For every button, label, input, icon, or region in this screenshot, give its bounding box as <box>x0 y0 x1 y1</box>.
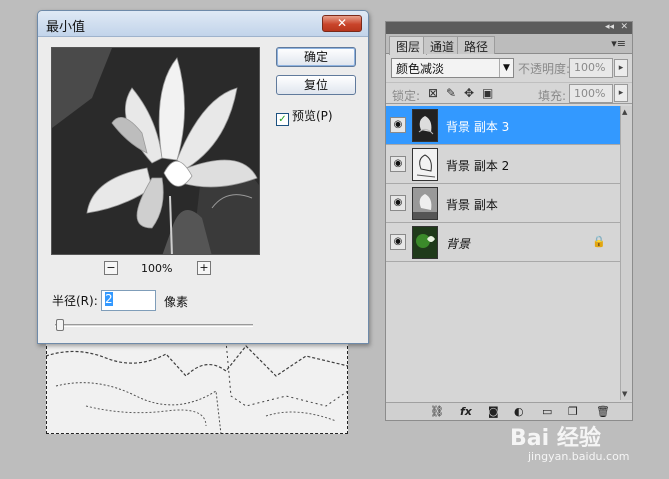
radius-unit: 像素 <box>164 295 189 309</box>
dialog-titlebar[interactable]: 最小值 ✕ <box>38 11 368 37</box>
layer-row[interactable]: ◉ 背景 副本 <box>386 184 632 223</box>
scroll-up-icon[interactable]: ▲ <box>622 108 627 116</box>
group-icon[interactable]: ▭ <box>542 405 552 418</box>
watermark-logo: Bai 经验 <box>510 426 601 451</box>
panel-header-bar[interactable]: ◂◂ ✕ <box>386 22 632 34</box>
watermark-url: jingyan.baidu.com <box>528 450 630 463</box>
layer-list: ◉ 背景 副本 3 ◉ 背景 副本 2 ◉ 背景 副本 ◉ 背景 🔒 <box>386 106 632 262</box>
document-canvas[interactable] <box>46 336 348 434</box>
fill-label: 填充: <box>538 89 567 103</box>
layer-thumbnail <box>412 226 438 259</box>
tab-layers[interactable]: 图层 <box>389 36 428 55</box>
blend-mode-select[interactable]: 颜色减淡 ▼ <box>391 58 514 78</box>
filter-preview[interactable] <box>51 47 260 255</box>
trash-icon[interactable]: 🗑 <box>596 405 610 418</box>
lock-pixels-icon[interactable]: ✎ <box>446 86 456 100</box>
opacity-label: 不透明度: <box>518 62 571 76</box>
radius-label: 半径(R): <box>52 294 98 308</box>
zoom-in-button[interactable]: + <box>197 261 211 275</box>
layer-thumbnail <box>412 148 438 181</box>
baidu-watermark: Bai 经验 jingyan.baidu.com <box>510 420 630 463</box>
tab-paths[interactable]: 路径 <box>457 36 496 54</box>
layers-scrollbar[interactable]: ▲ ▼ <box>620 106 632 400</box>
layer-thumbnail <box>412 187 438 220</box>
layers-panel: ◂◂ ✕ 图层 通道 路径 ▾≡ 颜色减淡 ▼ 不透明度: 100% ▸ 锁定:… <box>385 21 633 421</box>
mask-icon[interactable]: ◙ <box>488 405 499 418</box>
link-icon[interactable]: ⛓ <box>430 405 444 418</box>
opacity-arrow-icon[interactable]: ▸ <box>614 59 628 77</box>
eye-icon[interactable]: ◉ <box>390 117 406 133</box>
blend-mode-value: 颜色减淡 <box>396 62 445 76</box>
layer-row[interactable]: ◉ 背景 副本 3 <box>386 106 632 145</box>
layer-thumbnail <box>412 109 438 142</box>
scroll-down-icon[interactable]: ▼ <box>622 390 627 398</box>
radius-slider-track[interactable] <box>55 324 253 327</box>
panel-tabs: 图层 通道 路径 ▾≡ <box>386 34 632 55</box>
preview-label: 预览(P) <box>292 109 333 123</box>
dialog-title: 最小值 <box>46 20 86 35</box>
radius-slider-thumb[interactable] <box>56 319 64 331</box>
panel-close-icon[interactable]: ✕ <box>620 22 628 32</box>
fill-arrow-icon[interactable]: ▸ <box>614 84 628 102</box>
eye-icon[interactable]: ◉ <box>390 234 406 250</box>
collapse-icon[interactable]: ◂◂ <box>605 22 614 32</box>
eye-icon[interactable]: ◉ <box>390 156 406 172</box>
fx-icon[interactable]: fx <box>460 405 472 418</box>
lock-position-icon[interactable]: ✥ <box>464 86 474 100</box>
lock-all-icon[interactable]: ▣ <box>482 86 493 100</box>
zoom-controls: − 100% + <box>104 261 214 277</box>
zoom-out-button[interactable]: − <box>104 261 118 275</box>
zoom-level: 100% <box>141 262 173 275</box>
minimum-filter-dialog: 最小值 ✕ − 100% + 半径(R): 2 像素 确定 复位 ✓ 预览(P) <box>37 10 369 344</box>
lock-row: 锁定: ⊠ ✎ ✥ ▣ 填充: 100% ▸ <box>386 82 632 104</box>
layer-name: 背景 副本 <box>446 198 498 212</box>
eye-icon[interactable]: ◉ <box>390 195 406 211</box>
chevron-down-icon: ▼ <box>499 59 513 77</box>
tab-channels[interactable]: 通道 <box>423 36 462 54</box>
layer-row[interactable]: ◉ 背景 🔒 <box>386 223 632 262</box>
layer-name: 背景 <box>446 237 471 251</box>
new-layer-icon[interactable]: ❐ <box>568 405 578 418</box>
lotus-preview-image <box>52 48 259 254</box>
layer-name: 背景 副本 3 <box>446 120 510 134</box>
layer-name: 背景 副本 2 <box>446 159 510 173</box>
checkmark-icon[interactable]: ✓ <box>276 113 289 126</box>
fill-input[interactable]: 100% <box>569 84 613 103</box>
close-button[interactable]: ✕ <box>322 15 362 32</box>
adjustment-icon[interactable]: ◐ <box>514 405 524 418</box>
ok-button[interactable]: 确定 <box>276 47 356 67</box>
lock-transparency-icon[interactable]: ⊠ <box>428 86 438 100</box>
lock-icon: 🔒 <box>592 235 606 248</box>
layer-row[interactable]: ◉ 背景 副本 2 <box>386 145 632 184</box>
radius-value: 2 <box>105 292 113 306</box>
radius-input[interactable]: 2 <box>101 290 156 311</box>
layers-bottom-toolbar: ⛓ fx ◙ ◐ ▭ ❐ 🗑 <box>386 402 632 420</box>
lock-label: 锁定: <box>392 89 421 103</box>
opacity-input[interactable]: 100% <box>569 58 613 78</box>
reset-button[interactable]: 复位 <box>276 75 356 95</box>
panel-menu-icon[interactable]: ▾≡ <box>611 37 626 50</box>
preview-checkbox[interactable]: ✓ 预览(P) <box>276 107 333 126</box>
